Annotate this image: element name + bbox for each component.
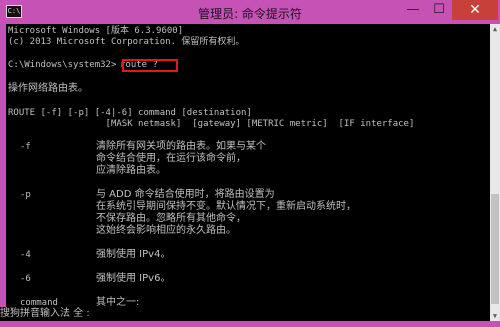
console-line-description: 操作网络路由表。 [8,83,88,94]
command-highlight-box [122,59,178,72]
maximize-button[interactable]: ☐ [426,0,452,20]
option-4: -4 [20,250,31,260]
command-prompt-window: C:\ 管理员: 命令提示符 — ☐ ✕ Microsoft Windows [… [0,0,500,327]
option-f: -f [20,142,31,152]
scroll-up-arrow-icon[interactable]: ▲ [490,24,500,34]
scrollbar-thumb[interactable] [491,194,499,304]
close-button[interactable]: ✕ [452,0,498,20]
option-6-desc: 强制使用 IPv6。 [96,273,171,284]
window-bottom-border [0,321,500,327]
option-p-desc-1: 与 ADD 命令结合使用时，将路由设置为 [96,189,275,200]
console-prompt: C:\Windows\system32> [8,60,117,70]
scroll-down-arrow-icon[interactable]: ▼ [490,311,500,321]
option-f-desc-2: 命令结合使用，在运行该命令前， [96,153,246,164]
ime-status-bar[interactable]: 搜狗拼音输入法 全 : [0,307,140,321]
option-f-desc-1: 清除所有网关项的路由表。如果与某个 [96,141,266,152]
console-output[interactable]: Microsoft Windows [版本 6.3.9600] (c) 2013… [6,24,490,321]
title-bar[interactable]: C:\ 管理员: 命令提示符 — ☐ ✕ [0,0,500,24]
option-p-desc-4: 这始终会影响相应的永久路由。 [96,225,236,236]
option-p-desc-3: 不保存路由。忽略所有其他命令， [96,213,246,224]
option-p-desc-2: 在系统引导期间保持不变。默认情况下，重新启动系统时， [96,201,356,212]
option-6: -6 [20,274,31,284]
option-f-desc-3: 应清除路由表。 [96,165,166,176]
option-4-desc: 强制使用 IPv4。 [96,249,171,260]
minimize-button[interactable]: — [400,0,426,20]
vertical-scrollbar[interactable]: ▲ ▼ [490,24,500,321]
console-line-version: Microsoft Windows [版本 6.3.9600] [8,26,184,36]
console-line-copyright: (c) 2013 Microsoft Corporation. 保留所有权利。 [8,37,245,47]
option-p: -p [20,190,31,200]
console-line-syntax: ROUTE [-f] [-p] [-4|-6] command [destina… [8,108,252,118]
console-line-syntax-cont: [MASK netmask] [gateway] [METRIC metric]… [8,119,415,129]
